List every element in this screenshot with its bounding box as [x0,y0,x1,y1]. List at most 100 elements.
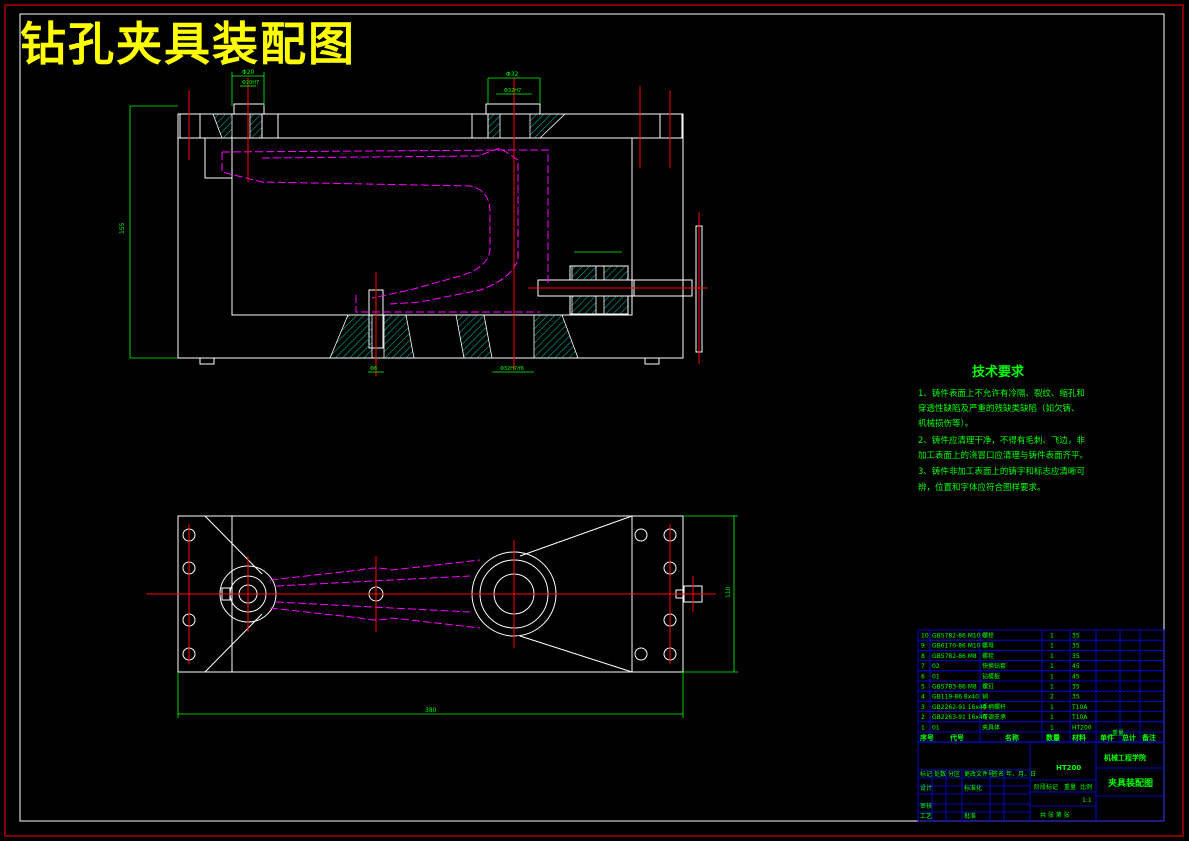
left-step [204,138,232,179]
left-bolt-head [179,113,201,139]
bolt-hole-9 [634,647,648,661]
parts-table-text: 10 GB5782-86 M10 螺栓 1 359 GB6170-86 M10 螺母 1 358… [919,632,1156,743]
parts-table-cell: 螺栓 [982,652,994,660]
dim-label-bore-right: Φ32 [506,71,519,78]
parts-table-header-cell: 材料 [1071,733,1086,742]
tb-label-sign: 签名 [992,770,1004,778]
parts-table-cell: 3 [921,704,925,711]
parts-table-cell: 45 [1072,673,1080,680]
workpiece-base-outline [355,295,540,313]
parts-table-cell: 1 [1050,684,1054,691]
parts-table-cell: GB5782-86 M10 [932,633,981,640]
section-clamp-nut-a [571,265,597,281]
tb-label-process: 工艺 [920,812,932,820]
tb-material-mark: HT200 [1056,764,1081,772]
parts-table-cell: 螺栓 [982,632,994,640]
tb-label-standard: 标准化 [964,784,982,792]
parts-table-cell: 1 [1050,673,1054,680]
parts-table-header-cell: 数量 [1046,733,1060,742]
parts-table-cell: 35 [1072,633,1080,640]
tech-line-5: 加工表面上的浇冒口应清理与铸件表面齐平。 [918,450,1088,461]
parts-table-cell: 35 [1072,684,1080,691]
front-view [177,103,703,365]
dim-label-height: 155 [119,222,126,234]
section-right-bushing-b [529,113,566,139]
dim-label-fit-right: Φ32H7 [504,88,521,94]
tb-school: 机械工程学院 [1104,753,1146,762]
tech-line-6: 3、铸件非加工表面上的铸字和标志应清晰可 [918,466,1085,477]
parts-table-cell: 螺母 [982,642,994,650]
parts-table-cell: 1 [1050,643,1054,650]
top-view-dimensions [177,515,738,718]
section-left-bushing-a [212,113,233,139]
parts-table-header-weight: 重量 [1112,729,1124,737]
parts-table-cell: GB5782-86 M8 [932,653,977,660]
parts-table-cell: 夹具体 [982,723,1000,731]
top-view-brace-left-upper [204,515,263,575]
right-bolt-head [659,113,683,139]
parts-table-header-cell: 备注 [1141,733,1156,742]
parts-table-cell: 1 [1050,633,1054,640]
parts-table-cell: 1 [1050,663,1054,670]
parts-table-cell: 9 [921,643,925,650]
tb-label-zone: 分区 [948,770,960,778]
tb-stage-label: 阶段标记 [1034,783,1058,791]
tech-line-4: 2、铸件应清理干净，不得有毛刺、飞边，非 [918,435,1085,446]
section-clamp-nut-b [603,265,629,281]
parts-table-cell: 7 [921,663,925,670]
tb-weight-label: 重量 [1064,783,1076,791]
top-view-brace-left-lower [204,613,263,673]
tb-label-count: 处数 [934,770,946,778]
section-base-support-4 [533,314,579,359]
parts-table-cell: 可调支承 [982,713,1006,721]
parts-table-cell: 35 [1072,643,1080,650]
fixture-body [177,137,684,359]
dim-label-pin: Φ8 [370,366,377,372]
parts-table-cell: T10A [1071,704,1088,711]
tech-requirements-heading: 技术要求 [972,364,1025,380]
parts-table-cell: 钻模板 [982,672,1000,680]
section-base-support-1 [329,314,373,359]
tb-label-design: 设计 [920,784,932,792]
parts-table-header-cell: 名称 [1005,733,1019,742]
right-bushing-cap [485,103,541,115]
section-base-support-3 [455,314,493,359]
parts-table-cell: 销 [982,693,988,701]
dim-label-length: 380 [425,707,437,714]
tb-scale-value: 1:1 [1082,797,1092,804]
left-foot [199,357,215,365]
parts-table-cell: 5 [921,684,925,691]
workpiece-inner-outline [261,147,519,305]
tb-label-approve: 批准 [964,812,976,820]
parts-table-cell: 10 [921,633,929,640]
parts-table-cell: 1 [1050,714,1054,721]
workpiece-lever-outline [221,149,549,299]
parts-table-cell: 手柄螺杆 [982,703,1006,711]
drawing-sheet: 钻孔夹具装配图 155 Φ20 Φ20H7 Φ32 Φ32H7 Φ32H7/f6… [0,0,1189,841]
section-right-bushing-a [487,113,501,139]
parts-table-cell: HT200 [1072,724,1092,731]
assembly-drawing: 钻孔夹具装配图 155 Φ20 Φ20H7 Φ32 Φ32H7 Φ32H7/f6… [4,4,1184,837]
parts-table-cell: GB2262-91 16x40 [932,704,987,711]
parts-table-cell: 1 [921,724,925,731]
tb-drawing-name: 夹具装配图 [1108,777,1153,789]
tech-line-2: 穿透性缺陷及严重的残缺类缺陷（如欠铸、 [918,403,1080,414]
top-view-brace-right-upper [519,515,633,557]
dim-label-base-bore: Φ32H7/f6 [500,366,524,372]
tech-line-1: 1、铸件表面上不允许有冷隔、裂纹、缩孔和 [918,388,1085,399]
tb-label-mark: 标记 [920,770,932,778]
parts-table-cell: 2 [1050,694,1054,701]
section-base-support-2 [383,314,415,359]
left-bushing-cap [233,103,265,115]
parts-table-header-cell: 总计 [1122,733,1136,742]
dim-label-bore-left: Φ20 [242,69,255,76]
tech-line-3: 机械损伤等）。 [918,418,973,429]
tb-label-file: 更改文件号 [964,770,994,778]
drawing-title: 钻孔夹具装配图 [20,17,356,71]
parts-table-cell: GB5783-86 M8 [932,684,977,691]
parts-table-cell: GB119-86 8x40 [932,694,979,701]
parts-table-cell: 螺钉 [982,683,994,691]
parts-table-cell: 35 [1072,694,1080,701]
left-bushing-flange [261,113,279,139]
parts-table-cell: 45 [1072,663,1080,670]
